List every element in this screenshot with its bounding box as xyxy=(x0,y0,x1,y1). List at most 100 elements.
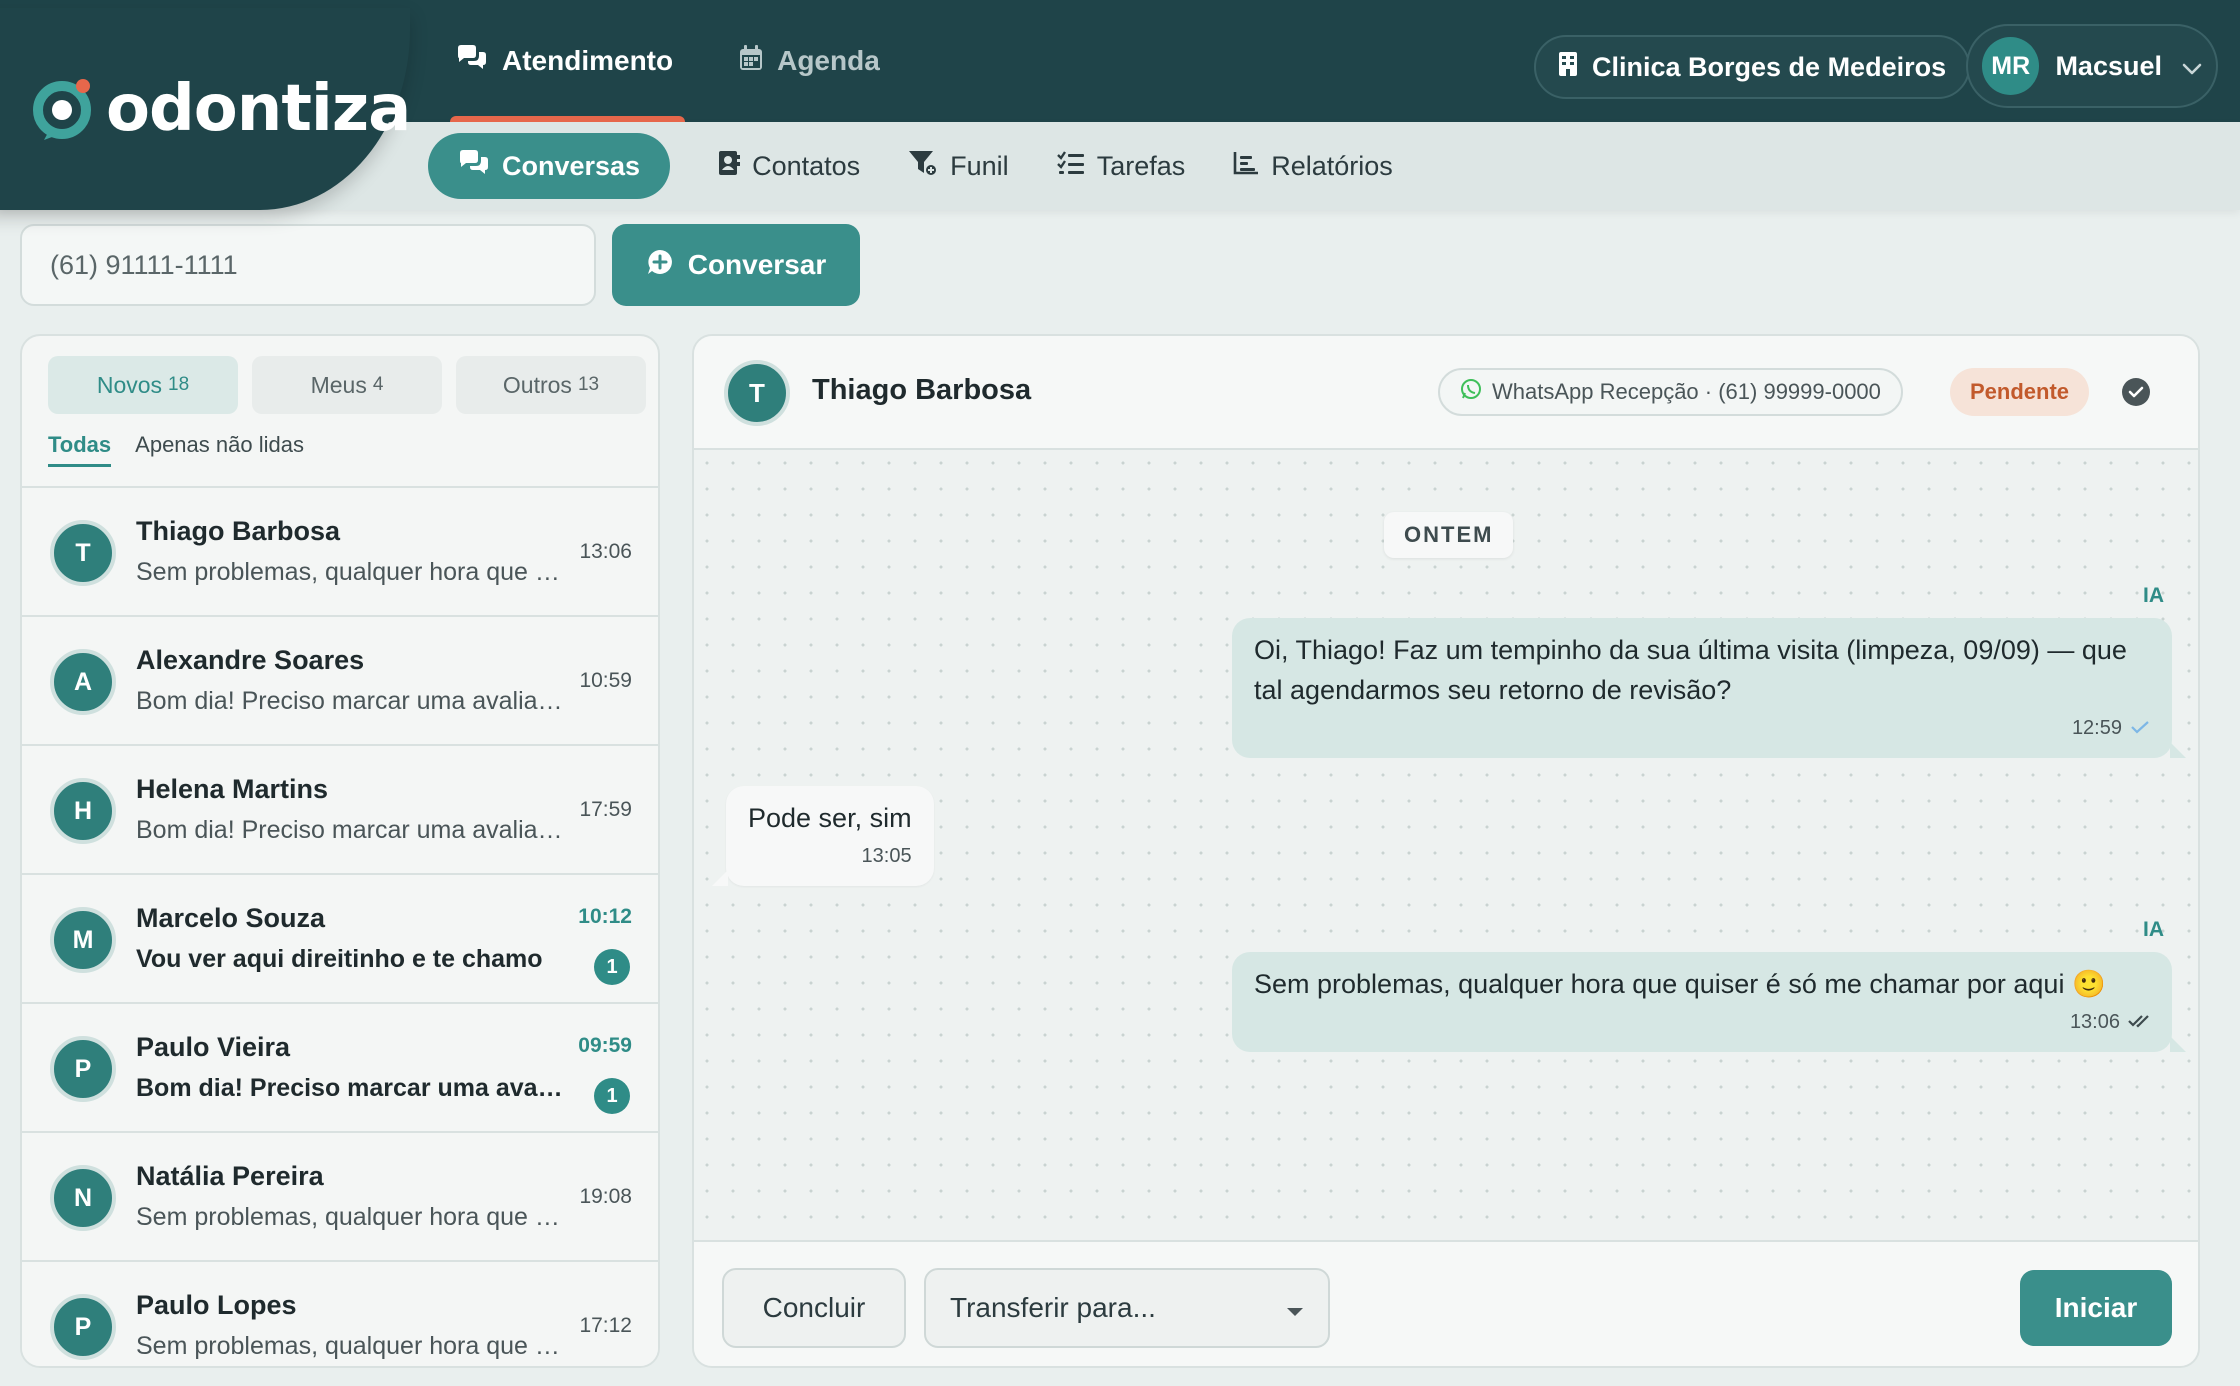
clinic-selector[interactable]: Clinica Borges de Medeiros xyxy=(1534,35,1971,99)
tab-count: 13 xyxy=(577,374,600,395)
message-time: 17:59 xyxy=(579,798,632,821)
message-preview: Bom dia! Preciso marcar uma avaliação xyxy=(136,1074,566,1102)
message-preview: Bom dia! Preciso marcar uma avaliação xyxy=(136,816,566,844)
message-bubble-incoming: Pode ser, sim 13:05 xyxy=(712,786,934,886)
channel-badge[interactable]: WhatsApp Recepção · (61) 99999-0000 xyxy=(1438,368,1903,416)
list-item[interactable]: M Marcelo Souza Vou ver aqui direitinho … xyxy=(22,873,658,1002)
tab-meus[interactable]: Meus 4 xyxy=(252,356,442,414)
start-conversation-button[interactable]: Conversar xyxy=(612,224,860,306)
list-item[interactable]: P Paulo Vieira Bom dia! Preciso marcar u… xyxy=(22,1002,658,1131)
tab-conversas[interactable]: Conversas xyxy=(428,133,671,199)
message-time: 13:05 xyxy=(861,845,912,867)
chat-bubbles-icon xyxy=(458,149,490,184)
main-nav-agenda[interactable]: Agenda xyxy=(739,0,880,122)
message-preview: Bom dia! Preciso marcar uma avaliação xyxy=(136,687,566,715)
message-preview: Sem problemas, qualquer hora que quiser … xyxy=(136,558,566,586)
message-time: 13:06 xyxy=(579,540,632,563)
bar-chart-icon xyxy=(1233,151,1259,182)
contact-name: Thiago Barbosa xyxy=(136,516,341,546)
user-name: Macsuel xyxy=(2055,50,2162,81)
tab-label: Contatos xyxy=(752,150,861,181)
conversation-list-panel: Novos 18 Meus 4 Outros 13 Todas Apenas n… xyxy=(20,334,660,1368)
message-text: Pode ser, sim xyxy=(748,803,912,833)
avatar: P xyxy=(50,1036,116,1102)
tab-label: Meus xyxy=(310,371,367,398)
avatar: H xyxy=(50,778,116,844)
list-item[interactable]: A Alexandre Soares Bom dia! Preciso marc… xyxy=(22,615,658,744)
check-circle-icon[interactable] xyxy=(2122,378,2150,406)
tab-label: Outros xyxy=(502,371,572,398)
main-nav-label: Agenda xyxy=(777,45,880,76)
contact-name: Marcelo Souza xyxy=(136,903,326,933)
tab-label: Relatórios xyxy=(1271,150,1393,181)
chat-panel: T Thiago Barbosa WhatsApp Recepção · (61… xyxy=(692,334,2200,1368)
filter-nao-lidas[interactable]: Apenas não lidas xyxy=(135,432,304,467)
chat-contact-name: Thiago Barbosa xyxy=(812,374,1032,406)
brand-logo[interactable]: odontiza xyxy=(30,72,411,146)
contact-name: Alexandre Soares xyxy=(136,645,365,675)
phone-input[interactable]: (61) 91111-1111 xyxy=(20,224,596,306)
tab-novos[interactable]: Novos 18 xyxy=(48,356,238,414)
tab-label: Funil xyxy=(950,150,1009,181)
contact-name: Paulo Lopes xyxy=(136,1290,297,1320)
tab-label: Conversas xyxy=(502,150,641,181)
clinic-name: Clinica Borges de Medeiros xyxy=(1592,51,1947,82)
filter-todas[interactable]: Todas xyxy=(48,432,112,467)
list-item[interactable]: N Natália Pereira Sem problemas, qualque… xyxy=(22,1131,658,1260)
avatar: T xyxy=(50,520,116,586)
chat-bubbles-icon xyxy=(456,44,488,79)
message-text: Oi, Thiago! Faz um tempinho da sua últim… xyxy=(1254,635,2127,705)
avatar: A xyxy=(50,649,116,715)
brand-name: odontiza xyxy=(106,72,411,146)
list-item[interactable]: H Helena Martins Bom dia! Preciso marcar… xyxy=(22,744,658,873)
tab-funil[interactable]: Funil xyxy=(908,133,1009,199)
building-icon xyxy=(1558,51,1578,84)
chat-plus-icon xyxy=(646,248,674,283)
calendar-icon xyxy=(739,44,763,78)
tab-tarefas[interactable]: Tarefas xyxy=(1056,133,1186,199)
message-preview: Vou ver aqui direitinho e te chamo xyxy=(136,945,543,973)
message-bubble-outgoing: Oi, Thiago! Faz um tempinho da sua últim… xyxy=(1232,618,2186,758)
avatar: T xyxy=(724,360,790,426)
list-item[interactable]: T Thiago Barbosa Sem problemas, qualquer… xyxy=(22,486,658,615)
message-time: 10:59 xyxy=(579,669,632,692)
transfer-select-value: Transferir para... xyxy=(950,1292,1156,1323)
channel-label: WhatsApp Recepção · (61) 99999-0000 xyxy=(1492,379,1881,404)
list-item[interactable]: P Paulo Lopes Sem problemas, qualquer ho… xyxy=(22,1260,658,1366)
tab-label: Novos xyxy=(96,371,163,398)
message-time: 17:12 xyxy=(579,1314,632,1337)
user-menu[interactable]: MR Macsuel xyxy=(1966,24,2218,108)
start-button[interactable]: Iniciar xyxy=(2020,1270,2172,1346)
main-nav-atendimento[interactable]: Atendimento xyxy=(449,0,686,122)
whatsapp-icon xyxy=(1460,378,1482,406)
phone-input-value: (61) 91111-1111 xyxy=(50,249,238,280)
main-nav-label: Atendimento xyxy=(502,45,674,76)
chat-footer: Concluir Transferir para... Iniciar xyxy=(694,1240,2198,1366)
avatar: MR xyxy=(1982,37,2040,95)
message-time: 12:59 xyxy=(2071,717,2122,739)
ai-tag: IA xyxy=(2143,584,2164,607)
contact-name: Paulo Vieira xyxy=(136,1032,291,1062)
sent-check-icon xyxy=(2130,714,2150,742)
day-separator: ONTEM xyxy=(1384,512,1514,558)
read-filters: Todas Apenas não lidas xyxy=(48,432,304,467)
conversation-list: T Thiago Barbosa Sem problemas, qualquer… xyxy=(22,486,658,1366)
read-check-icon xyxy=(2128,1008,2150,1036)
tab-contatos[interactable]: Contatos xyxy=(718,133,860,199)
message-time: 19:08 xyxy=(579,1185,632,1208)
tab-outros[interactable]: Outros 13 xyxy=(456,356,646,414)
tab-relatorios[interactable]: Relatórios xyxy=(1233,133,1393,199)
message-thread: ONTEM IA Oi, Thiago! Faz um tempinho da … xyxy=(694,450,2198,1240)
odontiza-logo-icon xyxy=(30,74,100,144)
tab-label: Tarefas xyxy=(1096,150,1186,181)
message-time: 13:06 xyxy=(2069,1011,2120,1033)
task-list-icon xyxy=(1056,150,1085,182)
conclude-button[interactable]: Concluir xyxy=(722,1268,906,1348)
message-text: Sem problemas, qualquer hora que quiser … xyxy=(1254,969,2106,999)
transfer-select[interactable]: Transferir para... xyxy=(924,1268,1330,1348)
message-time: 09:59 xyxy=(578,1034,632,1057)
status-badge: Pendente xyxy=(1950,368,2090,416)
tab-count: 4 xyxy=(372,374,384,395)
message-preview: Sem problemas, qualquer hora que quiser … xyxy=(136,1332,566,1360)
ai-tag: IA xyxy=(2143,918,2164,941)
